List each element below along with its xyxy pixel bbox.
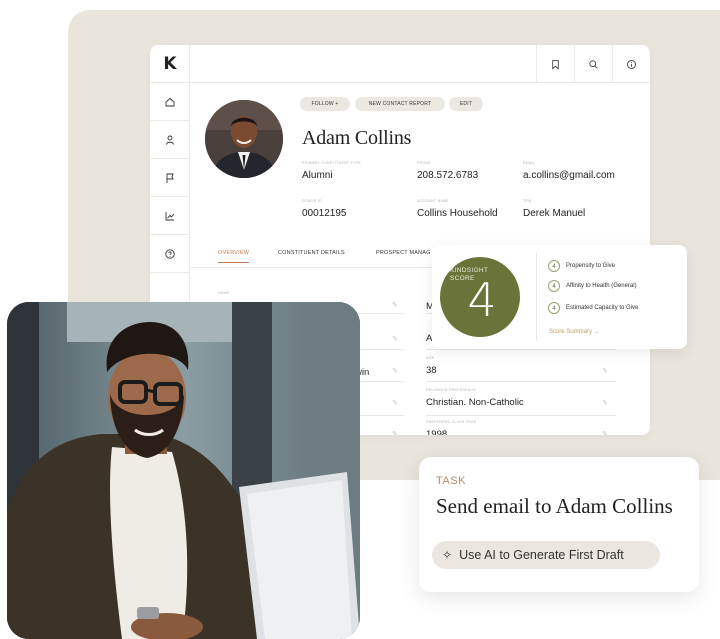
divider xyxy=(426,349,616,350)
divider xyxy=(536,253,537,341)
bookmark-icon[interactable] xyxy=(536,45,574,83)
religion-value: Christian. Non-Catholic xyxy=(426,397,524,408)
field-label: PRIMARY CONSTITUENT TYPE xyxy=(302,161,361,165)
home-icon[interactable] xyxy=(150,83,190,121)
tab-constituent-details[interactable]: CONSTITUENT DETAILS xyxy=(278,250,345,256)
score-item: 4 Propensity to Give xyxy=(548,259,615,273)
pencil-icon[interactable]: ✎ xyxy=(602,367,608,375)
class-year-label: PREFERRED CLASS YEAR xyxy=(426,420,477,424)
contact-avatar xyxy=(205,100,283,178)
account-name-value: Collins Household xyxy=(417,208,498,219)
follow-button[interactable]: FOLLOW + xyxy=(300,97,350,111)
age-label: AGE xyxy=(426,356,435,360)
score-item-label: Propensity to Give xyxy=(566,263,616,269)
info-icon[interactable] xyxy=(612,45,650,83)
sparkle-icon: ✧ xyxy=(442,548,453,562)
person-at-laptop-photo xyxy=(7,302,360,639)
pencil-icon[interactable]: ✎ xyxy=(602,430,608,435)
person-icon[interactable] xyxy=(150,121,190,159)
kindsight-score-card: KINDSIGHT SCORE 4 4 Propensity to Give 4… xyxy=(432,245,687,349)
name-label: NAME xyxy=(218,291,230,295)
field-label: PHONE xyxy=(417,161,431,165)
pencil-icon[interactable]: ✎ xyxy=(392,301,398,309)
task-label: TASK xyxy=(436,475,466,487)
edit-button[interactable]: EDIT xyxy=(449,97,483,111)
task-card: TASK Send email to Adam Collins ✧ Use AI… xyxy=(419,457,699,592)
score-badge: 4 xyxy=(548,280,560,292)
phone-value[interactable]: 208.572.6783 xyxy=(417,170,478,181)
top-bar xyxy=(190,45,650,83)
donor-id-value: 00012195 xyxy=(302,208,347,219)
email-value[interactable]: a.collins@gmail.com xyxy=(523,170,615,181)
divider xyxy=(426,381,616,382)
religion-label: RELIGIOUS PREFERENCE xyxy=(426,388,476,392)
generate-draft-label: Use AI to Generate First Draft xyxy=(459,548,624,562)
field-label: TPM xyxy=(523,199,532,203)
class-year-value: 1998 xyxy=(426,429,448,435)
score-item-label: Affinity to Health (General) xyxy=(566,283,637,289)
search-icon[interactable] xyxy=(574,45,612,83)
divider xyxy=(426,415,616,416)
field-label: EMAIL xyxy=(523,161,536,165)
flag-icon[interactable] xyxy=(150,159,190,197)
chart-icon[interactable] xyxy=(150,197,190,235)
marketing-stage: K FOLLOW + NEW CONTACT REPORT EDIT Adam … xyxy=(0,0,720,639)
tab-prospect-management[interactable]: PROSPECT MANAG xyxy=(376,250,431,256)
score-number: 4 xyxy=(467,273,497,327)
score-badge: 4 xyxy=(548,302,560,314)
new-contact-report-button[interactable]: NEW CONTACT REPORT xyxy=(355,97,445,111)
field-label: ACCOUNT NAME xyxy=(417,199,449,203)
pencil-icon[interactable]: ✎ xyxy=(602,399,608,407)
age-value: 38 xyxy=(426,365,437,376)
help-icon[interactable] xyxy=(150,235,190,273)
constituent-type-value: Alumni xyxy=(302,170,333,181)
pencil-icon[interactable]: ✎ xyxy=(392,399,398,407)
app-logo[interactable]: K xyxy=(150,45,190,83)
score-item: 4 Estimated Capacity to Give xyxy=(548,301,638,315)
score-item: 4 Affinity to Health (General) xyxy=(548,279,637,293)
pencil-icon[interactable]: ✎ xyxy=(392,335,398,343)
pencil-icon[interactable]: ✎ xyxy=(392,430,398,435)
tab-overview[interactable]: OVERVIEW xyxy=(218,250,250,263)
score-badge: 4 xyxy=(548,260,560,272)
generate-draft-button[interactable]: ✧ Use AI to Generate First Draft xyxy=(432,541,660,569)
tpm-value: Derek Manuel xyxy=(523,208,586,219)
field-label: DONOR ID xyxy=(302,199,322,203)
score-summary-link[interactable]: Score Summary → xyxy=(549,329,600,335)
task-title: Send email to Adam Collins xyxy=(436,494,673,518)
score-item-label: Estimated Capacity to Give xyxy=(566,305,639,311)
pencil-icon[interactable]: ✎ xyxy=(392,367,398,375)
contact-name: Adam Collins xyxy=(302,127,412,149)
